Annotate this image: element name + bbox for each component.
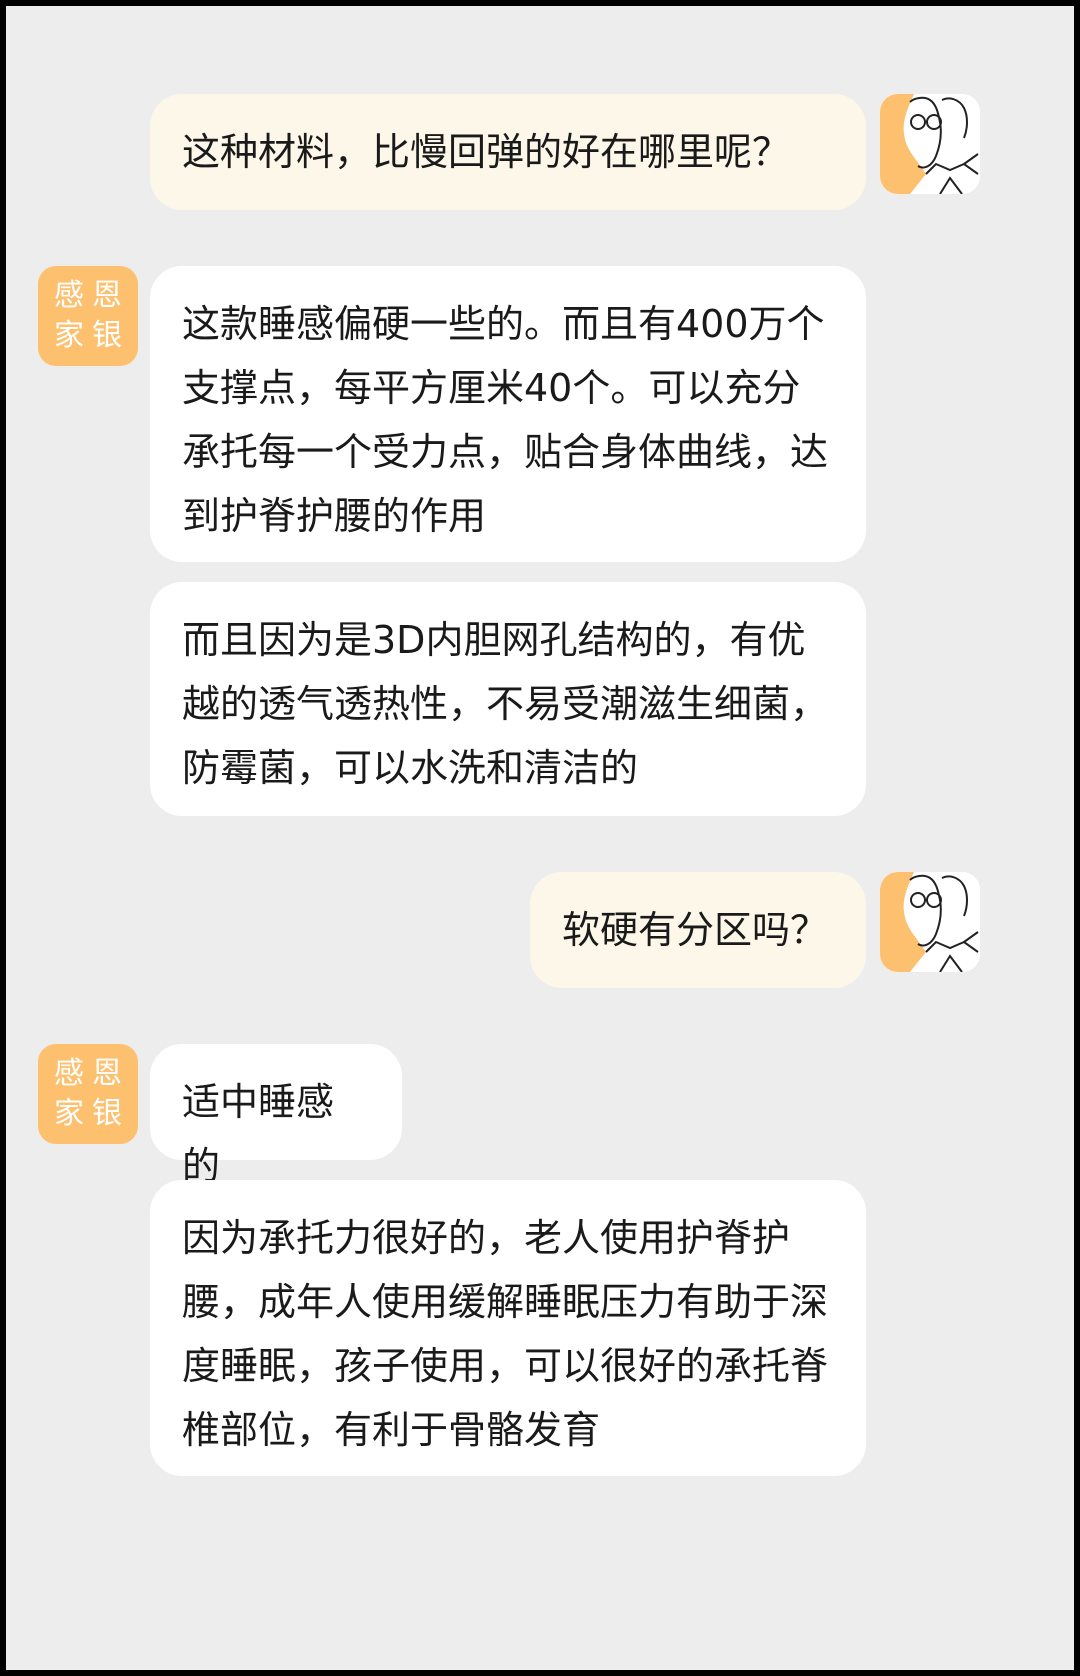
shop-avatar-char: 家 [54, 318, 84, 353]
message-text: 软硬有分区吗？ [562, 908, 829, 952]
message-bubble-sent[interactable]: 软硬有分区吗？ [530, 872, 866, 988]
user-avatar[interactable] [880, 94, 980, 194]
chat-area[interactable]: 这种材料，比慢回弹的好在哪里呢？ 感 恩 家 银 这款睡感偏硬一些的。而且有40… [6, 6, 1074, 1670]
shop-avatar-char: 银 [92, 318, 122, 353]
message-bubble-received[interactable]: 这款睡感偏硬一些的。而且有400万个支撑点，每平方厘米40个。可以充分承托每一个… [150, 266, 866, 562]
shop-avatar[interactable]: 感 恩 家 银 [38, 1044, 138, 1144]
user-avatar[interactable] [880, 872, 980, 972]
message-text: 适中睡感的 [182, 1080, 335, 1188]
message-bubble-received[interactable]: 而且因为是3D内胆网孔结构的，有优越的透气透热性，不易受潮滋生细菌，防霉菌，可以… [150, 582, 866, 816]
message-bubble-sent[interactable]: 这种材料，比慢回弹的好在哪里呢？ [150, 94, 866, 210]
message-text: 这种材料，比慢回弹的好在哪里呢？ [182, 130, 791, 174]
shop-avatar-char: 家 [54, 1096, 84, 1131]
shop-avatar-char: 感 [54, 278, 84, 313]
message-text: 因为承托力很好的，老人使用护脊护腰，成年人使用缓解睡眠压力有助于深度睡眠，孩子使… [182, 1216, 829, 1452]
shop-avatar-char: 银 [92, 1096, 122, 1131]
message-text: 而且因为是3D内胆网孔结构的，有优越的透气透热性，不易受潮滋生细菌，防霉菌，可以… [182, 618, 829, 790]
shop-avatar-char: 恩 [92, 1056, 122, 1091]
cartoon-person-with-glasses-icon [880, 872, 980, 972]
message-bubble-received[interactable]: 因为承托力很好的，老人使用护脊护腰，成年人使用缓解睡眠压力有助于深度睡眠，孩子使… [150, 1180, 866, 1476]
cartoon-person-with-glasses-icon [880, 94, 980, 194]
message-text: 这款睡感偏硬一些的。而且有400万个支撑点，每平方厘米40个。可以充分承托每一个… [182, 302, 829, 538]
shop-avatar-char: 恩 [92, 278, 122, 313]
shop-avatar[interactable]: 感 恩 家 银 [38, 266, 138, 366]
message-bubble-received[interactable]: 适中睡感的 [150, 1044, 402, 1188]
shop-avatar-char: 感 [54, 1056, 84, 1091]
